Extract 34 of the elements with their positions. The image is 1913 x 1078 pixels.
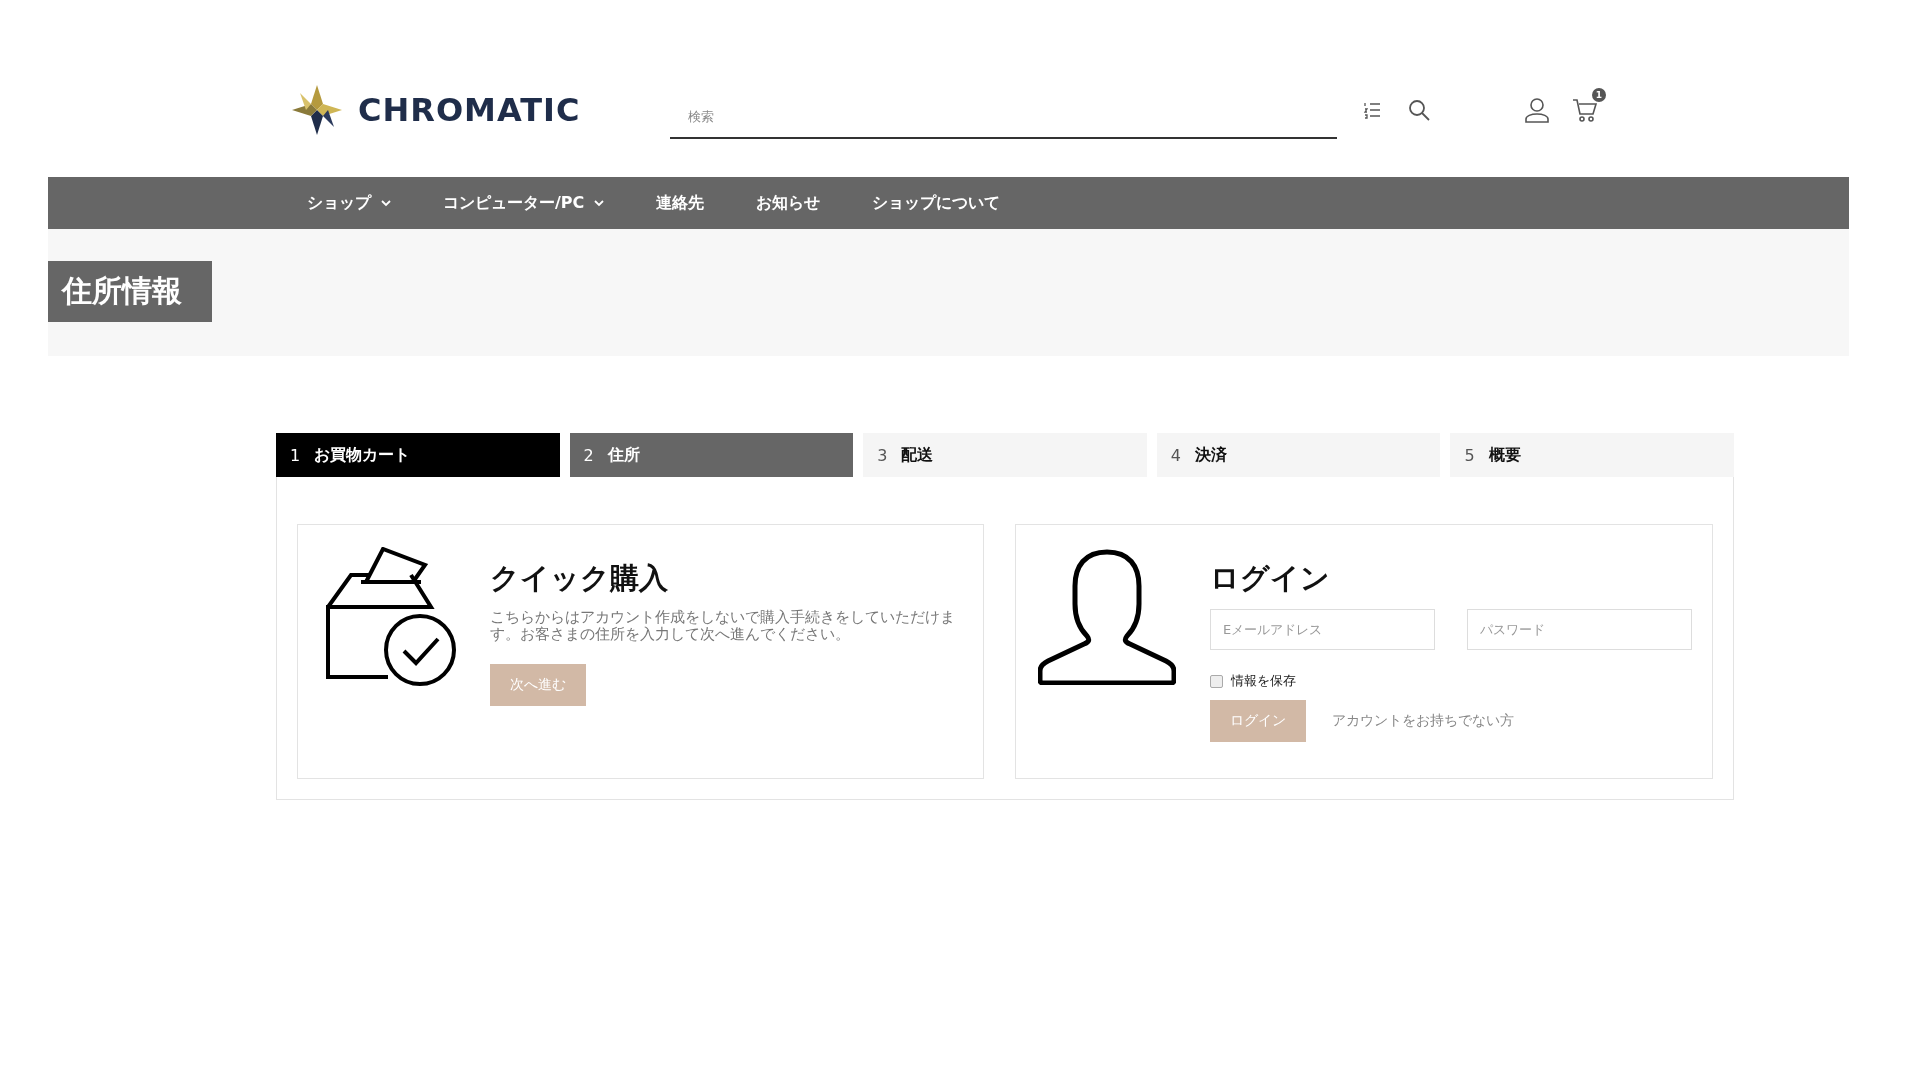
search-icon[interactable] bbox=[1407, 98, 1431, 122]
login-title: ログイン bbox=[1210, 560, 1331, 597]
nav-item[interactable]: お知らせ bbox=[756, 192, 821, 214]
user-silhouette-icon bbox=[1038, 549, 1176, 685]
step-number: 2 bbox=[583, 445, 594, 465]
step-number: 3 bbox=[877, 445, 888, 465]
list-icon[interactable] bbox=[1363, 101, 1381, 119]
step-number: 5 bbox=[1464, 445, 1475, 465]
remember-checkbox[interactable] bbox=[1210, 674, 1223, 688]
step-label: 概要 bbox=[1488, 444, 1521, 466]
user-icon[interactable] bbox=[1524, 97, 1550, 123]
chevron-down-icon bbox=[381, 199, 391, 207]
nav-item[interactable]: ショップについて bbox=[872, 192, 1001, 214]
nav-item[interactable]: 連絡先 bbox=[656, 192, 705, 214]
cart-icon[interactable] bbox=[1572, 97, 1598, 123]
step-number: 4 bbox=[1170, 445, 1181, 465]
step-label: 配送 bbox=[901, 444, 934, 466]
cart-count-badge: 1 bbox=[1592, 88, 1606, 102]
remember-label: 情報を保存 bbox=[1231, 672, 1296, 690]
no-account-link[interactable]: アカウントをお持ちでない方 bbox=[1332, 712, 1514, 730]
ballot-box-check-icon bbox=[326, 547, 456, 687]
password-field[interactable]: パスワード bbox=[1467, 609, 1692, 650]
step-label: 決済 bbox=[1194, 444, 1227, 466]
quick-buy-title: クイック購入 bbox=[490, 560, 669, 597]
logo-text[interactable]: CHROMATIC bbox=[358, 91, 581, 129]
page-title: 住所情報 bbox=[48, 261, 212, 322]
email-field[interactable]: Eメールアドレス bbox=[1210, 609, 1435, 650]
nav-item[interactable]: ショップ bbox=[307, 192, 391, 214]
nav-item[interactable]: コンピューター/PC bbox=[443, 192, 605, 214]
quick-buy-description: こちらからはアカウント作成をしないで購入手続きをしていただけます。お客さまの住所を入力して次へ進んでください。 bbox=[490, 609, 956, 644]
step-number: 1 bbox=[290, 445, 301, 465]
step-label: お買物カート bbox=[314, 444, 411, 466]
step-label: 住所 bbox=[607, 444, 640, 466]
chevron-down-icon bbox=[594, 199, 605, 207]
